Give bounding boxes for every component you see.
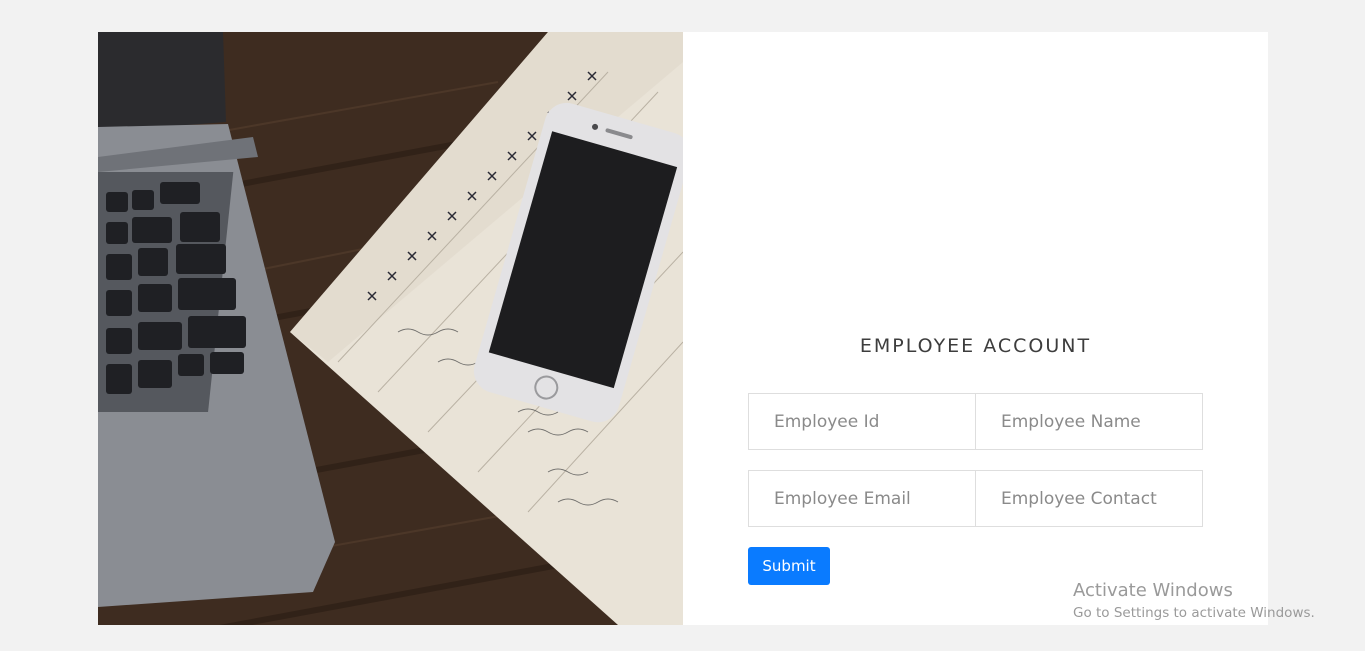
employee-contact-input[interactable] xyxy=(975,470,1203,527)
employee-name-input[interactable] xyxy=(975,393,1203,450)
submit-button[interactable]: Submit xyxy=(748,547,830,585)
watermark-title: Activate Windows xyxy=(1073,580,1233,601)
form-panel: EMPLOYEE ACCOUNT Submit xyxy=(683,32,1268,625)
form-title: EMPLOYEE ACCOUNT xyxy=(859,335,1092,357)
employee-account-card: EMPLOYEE ACCOUNT Submit xyxy=(98,32,1268,625)
form-row-2 xyxy=(748,470,1203,527)
form-row-1 xyxy=(748,393,1203,450)
employee-email-input[interactable] xyxy=(748,470,976,527)
activate-windows-watermark: Activate Windows Go to Settings to activ… xyxy=(1073,580,1315,623)
employee-id-input[interactable] xyxy=(748,393,976,450)
desk-photo-image xyxy=(98,32,683,625)
hero-photo xyxy=(98,32,683,625)
watermark-subtitle: Go to Settings to activate Windows. xyxy=(1073,605,1315,621)
